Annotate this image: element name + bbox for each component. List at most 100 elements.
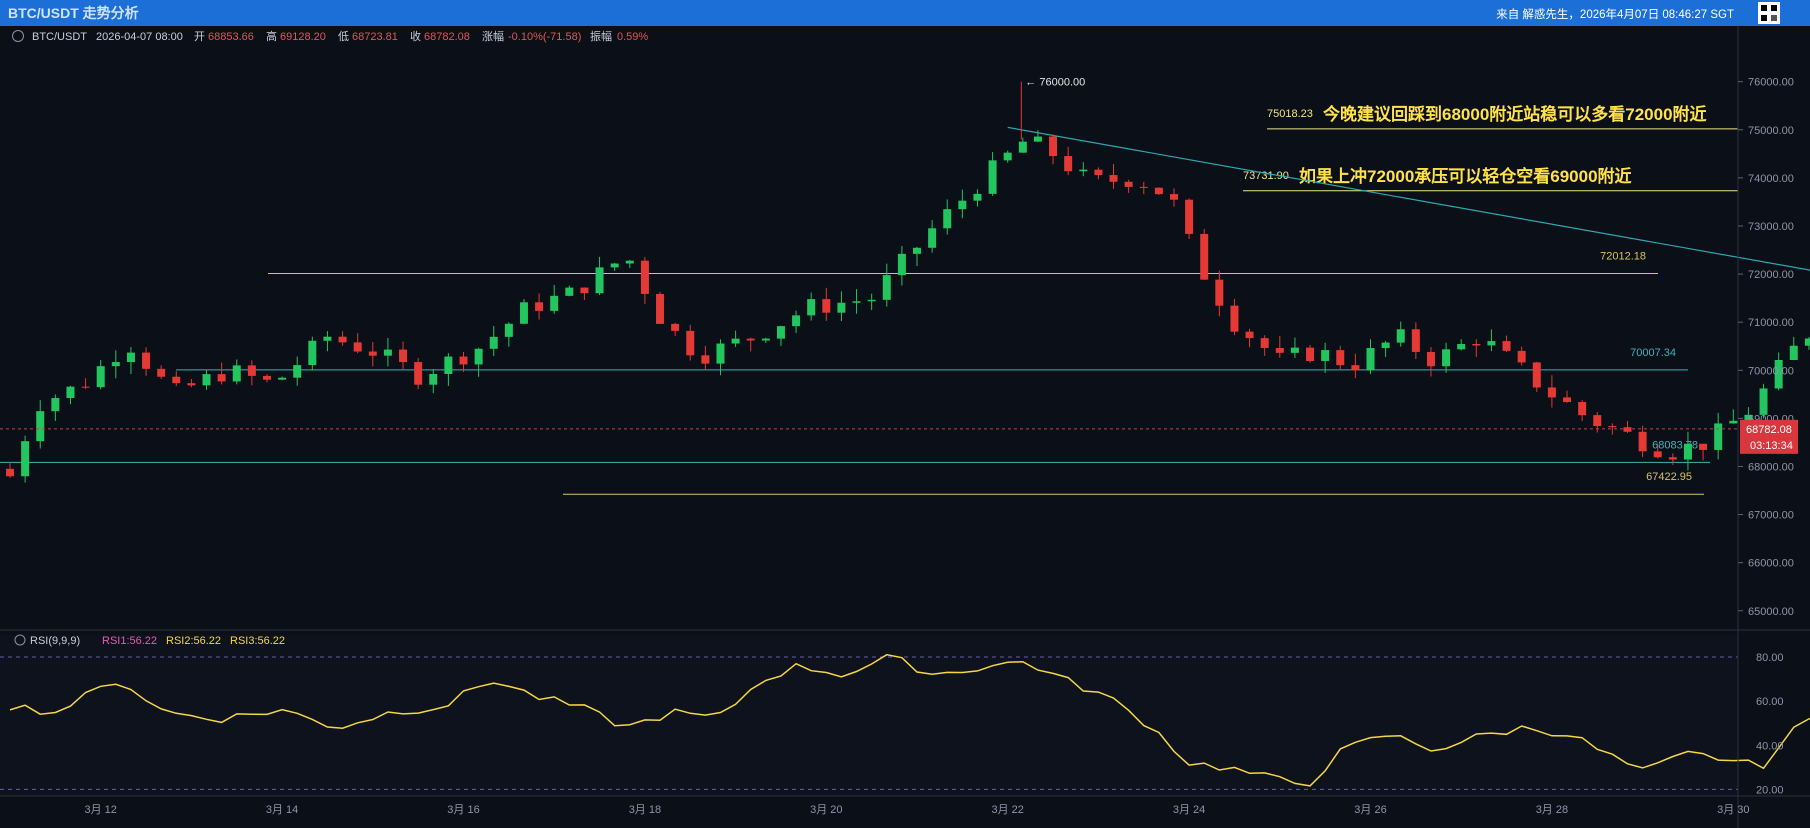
candle-body — [21, 441, 30, 477]
candle-body — [1653, 451, 1662, 458]
candle-body — [1608, 426, 1617, 428]
candle-body — [928, 228, 937, 248]
candle-body — [1623, 427, 1632, 432]
candle-body — [459, 356, 468, 365]
candle-body — [1804, 338, 1810, 346]
qr-code-icon[interactable] — [1758, 2, 1780, 24]
candle-body — [504, 323, 513, 337]
candle-body — [535, 302, 544, 311]
candle — [414, 358, 423, 390]
candle-body — [383, 349, 392, 356]
open-label: 开 — [194, 31, 205, 43]
time-tick-label: 3月 30 — [1717, 804, 1749, 816]
rsi-pane — [0, 635, 1810, 796]
candle-body — [1396, 329, 1405, 343]
datetime-label: 2026-04-07 08:00 — [96, 31, 183, 43]
candle-body — [1668, 457, 1677, 460]
candle-body — [625, 260, 634, 264]
btc-candlestick-chart[interactable]: BTC/USDT 2026-04-07 08:00 开 68853.66 高 6… — [0, 26, 1810, 828]
candle-body — [973, 193, 982, 201]
candle-body — [1018, 141, 1027, 153]
candle-body — [1124, 181, 1133, 187]
candle-body — [1290, 347, 1299, 353]
user-timestamp: 来自 解惑先生，2026年4月07日 08:46:27 SGT — [1496, 9, 1734, 21]
price-tick-label: 71000.00 — [1748, 317, 1794, 329]
candle-body — [1109, 175, 1118, 182]
candle-body — [429, 373, 438, 385]
candle-body — [913, 247, 921, 254]
candle-body — [1215, 279, 1224, 306]
candle-body — [1563, 397, 1572, 403]
candle-body — [1411, 329, 1420, 352]
candle-body — [731, 338, 740, 344]
candle-body — [217, 374, 226, 382]
candle-body — [1457, 343, 1466, 350]
rsi-tick-label: 60.00 — [1756, 696, 1784, 708]
candle-body — [1336, 350, 1345, 366]
candle-body — [822, 299, 831, 313]
candle-body — [1547, 387, 1556, 398]
candle-body — [1426, 351, 1435, 367]
price-tick-label: 72000.00 — [1748, 269, 1794, 281]
price-tick-label: 76000.00 — [1748, 77, 1794, 89]
rsi1-value: RSI1:56.22 — [102, 635, 157, 647]
candle-body — [565, 287, 574, 296]
candle-body — [1381, 342, 1390, 349]
candle-body — [1714, 423, 1723, 450]
candle-body — [1487, 341, 1496, 346]
high-marker: ← 76000.00 — [1025, 77, 1085, 89]
candle-body — [293, 365, 302, 378]
price-tick-label: 75000.00 — [1748, 125, 1794, 137]
low-value: 68723.81 — [352, 31, 398, 43]
candle-body — [1683, 443, 1692, 460]
candle-body — [1064, 156, 1073, 172]
rsi-header: RSI(9,9,9) RSI1:56.22 RSI2:56.22 RSI3:56… — [14, 634, 285, 647]
candle-body — [232, 365, 241, 382]
candle-body — [550, 295, 559, 311]
rsi-tick-label: 80.00 — [1756, 652, 1784, 664]
candle-body — [308, 340, 317, 366]
candle-body — [1578, 402, 1587, 416]
candle-body — [988, 160, 997, 194]
candle-body — [1260, 338, 1269, 348]
candle-body — [36, 411, 45, 442]
candle-body — [1169, 194, 1178, 200]
candle — [21, 435, 30, 483]
rsi-tick-label: 40.00 — [1756, 740, 1784, 752]
candle-body — [1079, 169, 1088, 172]
candle-body — [172, 376, 181, 384]
candle-body — [126, 352, 135, 363]
open-value: 68853.66 — [208, 31, 254, 43]
candle-body — [1185, 199, 1194, 234]
price-tick-label: 68000.00 — [1748, 461, 1794, 473]
candle-body — [187, 383, 196, 386]
change-value: -0.10%(-71.58) — [508, 31, 581, 43]
symbol-label: BTC/USDT — [32, 31, 87, 43]
candle — [1532, 361, 1541, 392]
candle-body — [6, 468, 14, 477]
candle-body — [1789, 345, 1798, 360]
level-label: 70007.34 — [1630, 347, 1676, 359]
candle-body — [1139, 186, 1148, 188]
candle — [656, 291, 665, 324]
candle-body — [414, 362, 423, 385]
candle-body — [1154, 187, 1163, 195]
candle-body — [1638, 431, 1647, 452]
candle-body — [580, 287, 589, 294]
rsi-tick-label: 20.00 — [1756, 784, 1784, 796]
candle-body — [1306, 347, 1315, 361]
candle-body — [1759, 388, 1768, 415]
price-tick-label: 73000.00 — [1748, 221, 1794, 233]
time-tick-label: 3月 14 — [266, 804, 298, 816]
candle-body — [1502, 341, 1511, 351]
time-tick-label: 3月 28 — [1536, 804, 1568, 816]
countdown-label: 03:13:34 — [1750, 440, 1793, 452]
candle-body — [686, 330, 695, 356]
candle-body — [1033, 136, 1042, 142]
candle-body — [1699, 443, 1708, 450]
candle-body — [399, 349, 408, 363]
candle-body — [610, 263, 619, 268]
price-tick-label: 74000.00 — [1748, 173, 1794, 185]
candle-body — [640, 260, 649, 294]
candle-body — [852, 301, 861, 303]
